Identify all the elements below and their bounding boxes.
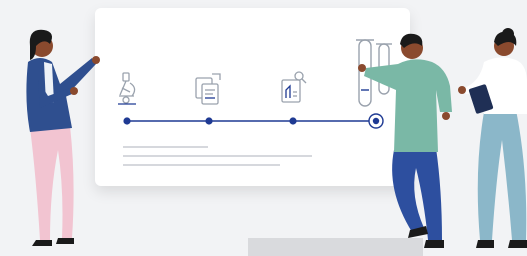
timeline-dot-2: [205, 117, 213, 125]
microscope-icon: [118, 72, 136, 105]
illustration-scene: [0, 0, 527, 256]
illustration-svg: [26, 28, 527, 248]
person-left: [26, 29, 100, 246]
person-right: [458, 28, 527, 248]
timeline-dot-3: [289, 117, 297, 125]
timeline-dot-1: [123, 117, 131, 125]
lab-report-icon: [281, 71, 307, 103]
documents-icon: [195, 73, 221, 105]
person-middle: [358, 33, 452, 248]
